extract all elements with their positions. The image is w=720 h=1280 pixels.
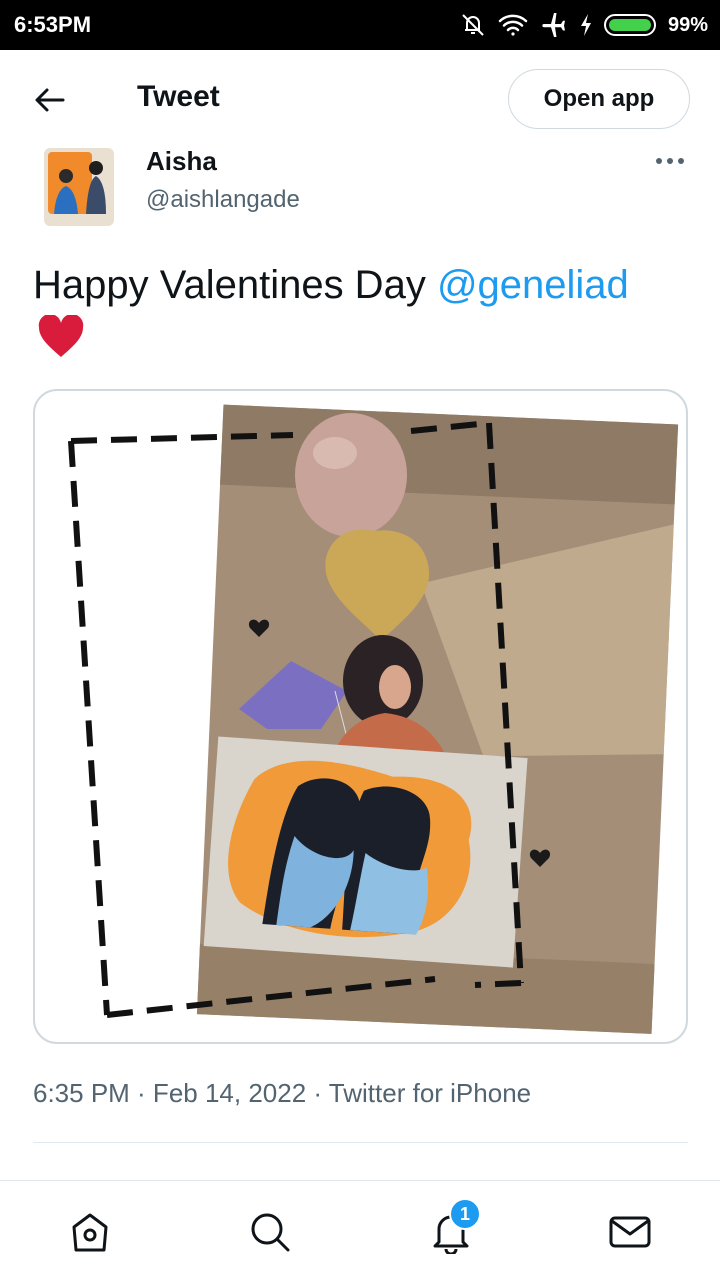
status-time: 6:53PM <box>14 12 92 37</box>
back-arrow-icon <box>35 88 65 112</box>
avatar[interactable] <box>44 148 114 226</box>
home-icon <box>72 1213 108 1252</box>
status-icons: 99% <box>460 10 708 40</box>
search-icon <box>251 1213 290 1252</box>
author-name[interactable]: Aisha <box>146 146 217 177</box>
more-icon <box>656 158 684 164</box>
wifi-icon <box>498 14 528 36</box>
notification-badge: 1 <box>449 1198 481 1230</box>
more-options-button[interactable] <box>650 148 690 174</box>
tweet-media[interactable] <box>33 389 688 1044</box>
nav-messages[interactable] <box>607 1209 653 1255</box>
nav-home[interactable] <box>67 1209 113 1255</box>
notifications-off-icon <box>462 14 484 36</box>
tweet-timestamp[interactable]: 6:35 PM · Feb 14, 2022 · Twitter for iPh… <box>33 1078 531 1109</box>
mention-link[interactable]: @geneliad <box>437 263 629 307</box>
avatar-image <box>44 148 114 226</box>
battery-percent: 99% <box>667 13 708 36</box>
red-heart-icon <box>37 314 85 364</box>
divider <box>33 1142 688 1143</box>
page-title: Tweet <box>137 80 220 113</box>
airplane-icon <box>542 13 565 37</box>
author-handle[interactable]: @aishlangade <box>146 186 300 214</box>
tweet-text-body: Happy Valentines Day <box>33 263 437 307</box>
tweet-photo <box>68 404 679 1034</box>
open-app-button[interactable]: Open app <box>508 69 690 129</box>
top-header: Tweet Open app <box>0 50 720 146</box>
messages-icon <box>609 1216 651 1248</box>
tweet-text: Happy Valentines Day @geneliad <box>33 262 693 308</box>
status-bar: 6:53PM 99% <box>0 0 720 50</box>
nav-search[interactable] <box>247 1209 293 1255</box>
battery-icon <box>603 14 656 36</box>
charging-icon <box>580 14 591 36</box>
back-button[interactable] <box>28 78 72 122</box>
bottom-navigation: 1 <box>0 1180 720 1280</box>
